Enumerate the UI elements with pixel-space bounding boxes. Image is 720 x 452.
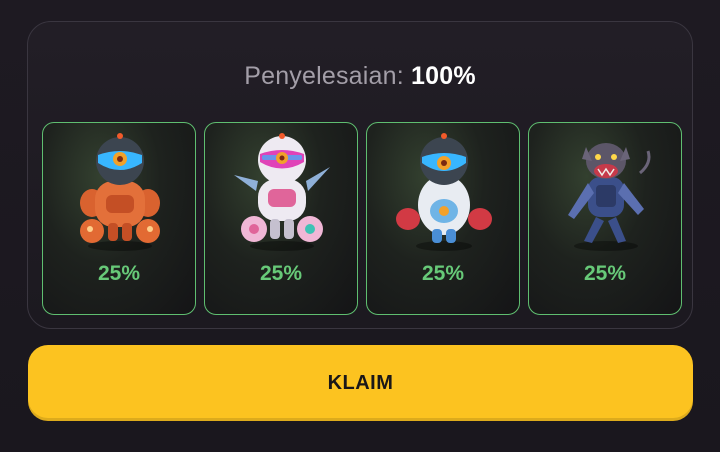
completion-text: Penyelesaian: 100%: [28, 62, 692, 91]
completion-panel: Penyelesaian: 100% 25% 25% 25% 25%: [27, 21, 693, 329]
character-percent: 25%: [97, 262, 141, 285]
character-cards: 25% 25% 25% 25%: [42, 122, 682, 315]
character-card[interactable]: 25%: [528, 122, 682, 315]
pink-winged-robot-icon: [234, 133, 330, 251]
completion-label: Penyelesaian:: [244, 62, 404, 90]
character-card[interactable]: 25%: [42, 122, 196, 315]
completion-value: 100%: [411, 62, 476, 90]
boxer-robot-icon: [396, 133, 492, 251]
character-card[interactable]: 25%: [366, 122, 520, 315]
character-percent: 25%: [421, 262, 465, 285]
character-percent: 25%: [583, 262, 627, 285]
character-card[interactable]: 25%: [204, 122, 358, 315]
orange-diver-robot-icon: [80, 133, 160, 251]
claim-button[interactable]: KLAIM: [28, 345, 693, 421]
character-percent: 25%: [259, 262, 303, 285]
armored-rat-icon: [568, 143, 651, 251]
